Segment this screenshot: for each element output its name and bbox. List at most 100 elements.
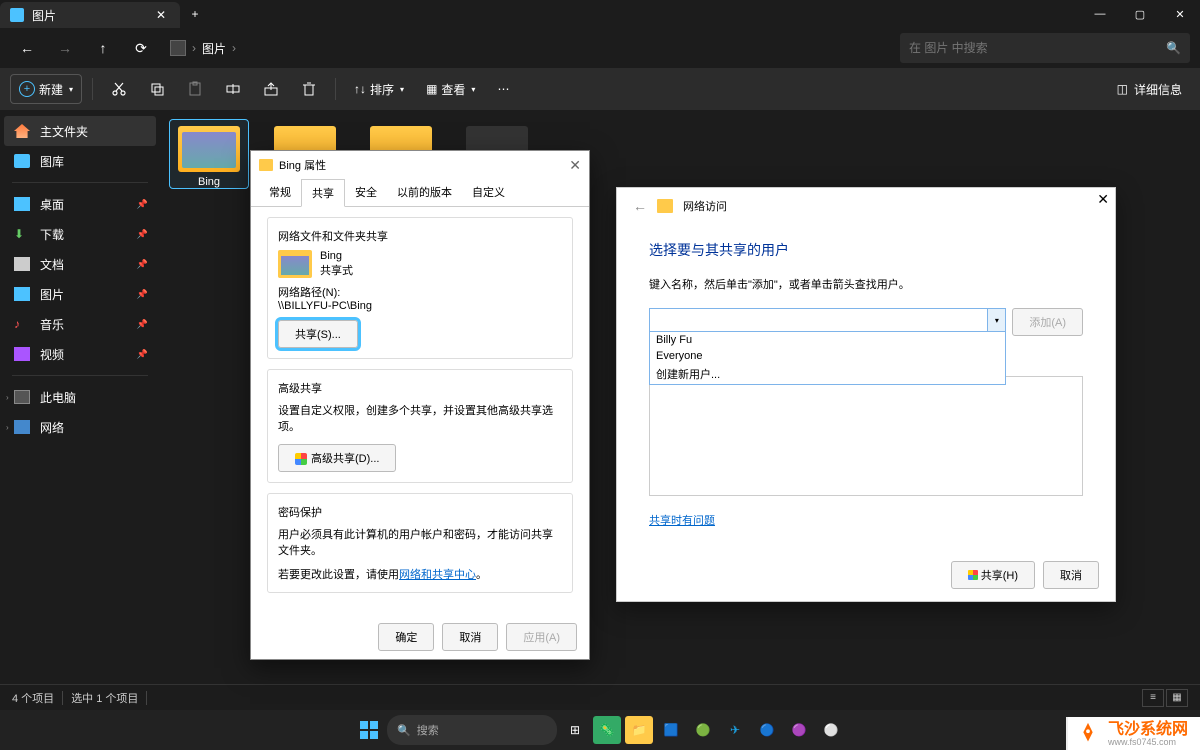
sort-button[interactable]: ↑↓ 排序 ▾ — [346, 74, 412, 104]
user-dropdown: Billy Fu Everyone 创建新用户... — [649, 332, 1006, 385]
taskbar-app-icon[interactable]: 📁 — [625, 716, 653, 744]
taskbar-app-icon[interactable]: ✈ — [721, 716, 749, 744]
tab-close-icon[interactable]: ✕ — [154, 8, 168, 22]
share-btn-label: 共享(H) — [981, 570, 1018, 582]
share-button[interactable]: 共享(S)... — [278, 320, 358, 348]
watermark-url: www.fs0745.com — [1108, 738, 1188, 747]
taskbar-search[interactable]: 🔍 搜索 — [387, 715, 557, 745]
details-pane-button[interactable]: ◫ 详细信息 — [1109, 74, 1190, 104]
sidebar-item-music[interactable]: ♪ 音乐 📌 — [4, 309, 156, 339]
ok-button[interactable]: 确定 — [378, 623, 434, 651]
sidebar-label: 此电脑 — [40, 389, 76, 406]
share-button[interactable] — [255, 74, 287, 104]
rename-button[interactable] — [217, 74, 249, 104]
taskbar-search-label: 搜索 — [417, 722, 439, 738]
folder-bing[interactable]: Bing — [170, 120, 248, 188]
task-view-button[interactable]: ⊞ — [561, 716, 589, 744]
new-tab-button[interactable]: + — [180, 0, 210, 28]
taskbar-app-icon[interactable]: 🔵 — [753, 716, 781, 744]
dialog-title: Bing 属性 — [279, 157, 326, 173]
start-button[interactable] — [355, 716, 383, 744]
taskbar-app-icon[interactable]: ⚪ — [817, 716, 845, 744]
minimize-button[interactable]: — — [1080, 0, 1120, 28]
gallery-icon — [14, 154, 30, 168]
videos-icon — [14, 347, 30, 361]
new-button[interactable]: + 新建 ▾ — [10, 74, 82, 104]
sidebar-item-desktop[interactable]: 桌面 📌 — [4, 189, 156, 219]
copy-button[interactable] — [141, 74, 173, 104]
window-tab[interactable]: 图片 ✕ — [0, 2, 180, 28]
add-button[interactable]: 添加(A) — [1012, 308, 1083, 336]
paste-button[interactable] — [179, 74, 211, 104]
desktop-icon — [14, 197, 30, 211]
breadcrumb-pictures[interactable]: 图片 — [202, 40, 226, 57]
cancel-button[interactable]: 取消 — [442, 623, 498, 651]
permissions-list[interactable] — [649, 376, 1083, 496]
advanced-share-button[interactable]: 高级共享(D)... — [278, 444, 396, 472]
taskbar-app-icon[interactable]: 🟣 — [785, 716, 813, 744]
maximize-button[interactable]: ▢ — [1120, 0, 1160, 28]
search-box[interactable]: 🔍 — [900, 33, 1190, 63]
back-button[interactable]: ← — [633, 198, 647, 214]
close-button[interactable]: ✕ — [1097, 191, 1109, 208]
dialog-hint: 键入名称，然后单击"添加"，或者单击箭头查找用户。 — [649, 276, 1083, 292]
plus-icon: + — [19, 81, 35, 97]
sidebar-item-videos[interactable]: 视频 📌 — [4, 339, 156, 369]
sidebar-item-thispc[interactable]: › 此电脑 — [4, 382, 156, 412]
sidebar-item-network[interactable]: › 网络 — [4, 412, 156, 442]
watermark-text: 飞沙系统网 — [1108, 721, 1188, 738]
sidebar-item-documents[interactable]: 文档 📌 — [4, 249, 156, 279]
dropdown-item[interactable]: 创建新用户... — [650, 364, 1005, 384]
details-view-button[interactable]: ≡ — [1142, 689, 1164, 707]
chevron-right-icon: › — [232, 41, 236, 55]
back-button[interactable]: ← — [10, 31, 44, 65]
cancel-button[interactable]: 取消 — [1043, 561, 1099, 589]
tab-previous[interactable]: 以前的版本 — [387, 179, 462, 206]
sidebar-item-downloads[interactable]: ⬇ 下载 📌 — [4, 219, 156, 249]
share-confirm-button[interactable]: 共享(H) — [951, 561, 1035, 589]
status-bar: 4 个项目 选中 1 个项目 ≡ ▦ — [0, 684, 1200, 710]
thumb-view-button[interactable]: ▦ — [1166, 689, 1188, 707]
user-name-input[interactable] — [649, 308, 1006, 332]
sidebar-item-gallery[interactable]: 图库 — [4, 146, 156, 176]
sidebar-label: 图片 — [40, 286, 64, 303]
tab-customize[interactable]: 自定义 — [462, 179, 515, 206]
apply-button[interactable]: 应用(A) — [506, 623, 577, 651]
tab-security[interactable]: 安全 — [345, 179, 387, 206]
close-button[interactable]: ✕ — [569, 157, 581, 174]
folder-icon — [278, 250, 312, 278]
pin-icon: 📌 — [137, 349, 148, 360]
view-label: 查看 — [441, 81, 465, 98]
delete-button[interactable] — [293, 74, 325, 104]
search-input[interactable] — [909, 41, 1166, 55]
sidebar-item-home[interactable]: 主文件夹 — [4, 116, 156, 146]
dropdown-item[interactable]: Everyone — [650, 348, 1005, 364]
taskbar-app-icon[interactable]: 🟦 — [657, 716, 685, 744]
trouble-link[interactable]: 共享时有问题 — [649, 512, 1083, 528]
sidebar-label: 下载 — [40, 226, 64, 243]
view-button[interactable]: ▦ 查看 ▾ — [418, 74, 483, 104]
tab-general[interactable]: 常规 — [259, 179, 301, 206]
dialog-heading: 选择要与其共享的用户 — [649, 240, 1083, 260]
breadcrumb[interactable]: › 图片 › — [170, 40, 242, 57]
home-icon — [14, 124, 30, 138]
search-icon[interactable]: 🔍 — [1166, 41, 1181, 55]
dropdown-item[interactable]: Billy Fu — [650, 332, 1005, 348]
details-label: 详细信息 — [1134, 81, 1182, 98]
sidebar-item-pictures[interactable]: 图片 📌 — [4, 279, 156, 309]
network-access-dialog: ✕ ← 网络访问 选择要与其共享的用户 键入名称，然后单击"添加"，或者单击箭头… — [616, 187, 1116, 602]
window-close-button[interactable]: ✕ — [1160, 0, 1200, 28]
up-button[interactable]: ↑ — [86, 31, 120, 65]
chevron-right-icon: › — [192, 41, 196, 55]
folder-name: Bing — [320, 250, 353, 262]
sidebar-label: 网络 — [40, 419, 64, 436]
taskbar-app-icon[interactable]: 🟢 — [689, 716, 717, 744]
forward-button[interactable]: → — [48, 31, 82, 65]
network-center-link[interactable]: 网络和共享中心 — [399, 569, 476, 581]
refresh-button[interactable]: ⟳ — [124, 31, 158, 65]
dropdown-button[interactable]: ▾ — [987, 309, 1005, 331]
taskbar-app-icon[interactable]: 🦠 — [593, 716, 621, 744]
cut-button[interactable] — [103, 74, 135, 104]
more-button[interactable]: ⋯ — [489, 74, 517, 104]
tab-share[interactable]: 共享 — [301, 179, 345, 207]
